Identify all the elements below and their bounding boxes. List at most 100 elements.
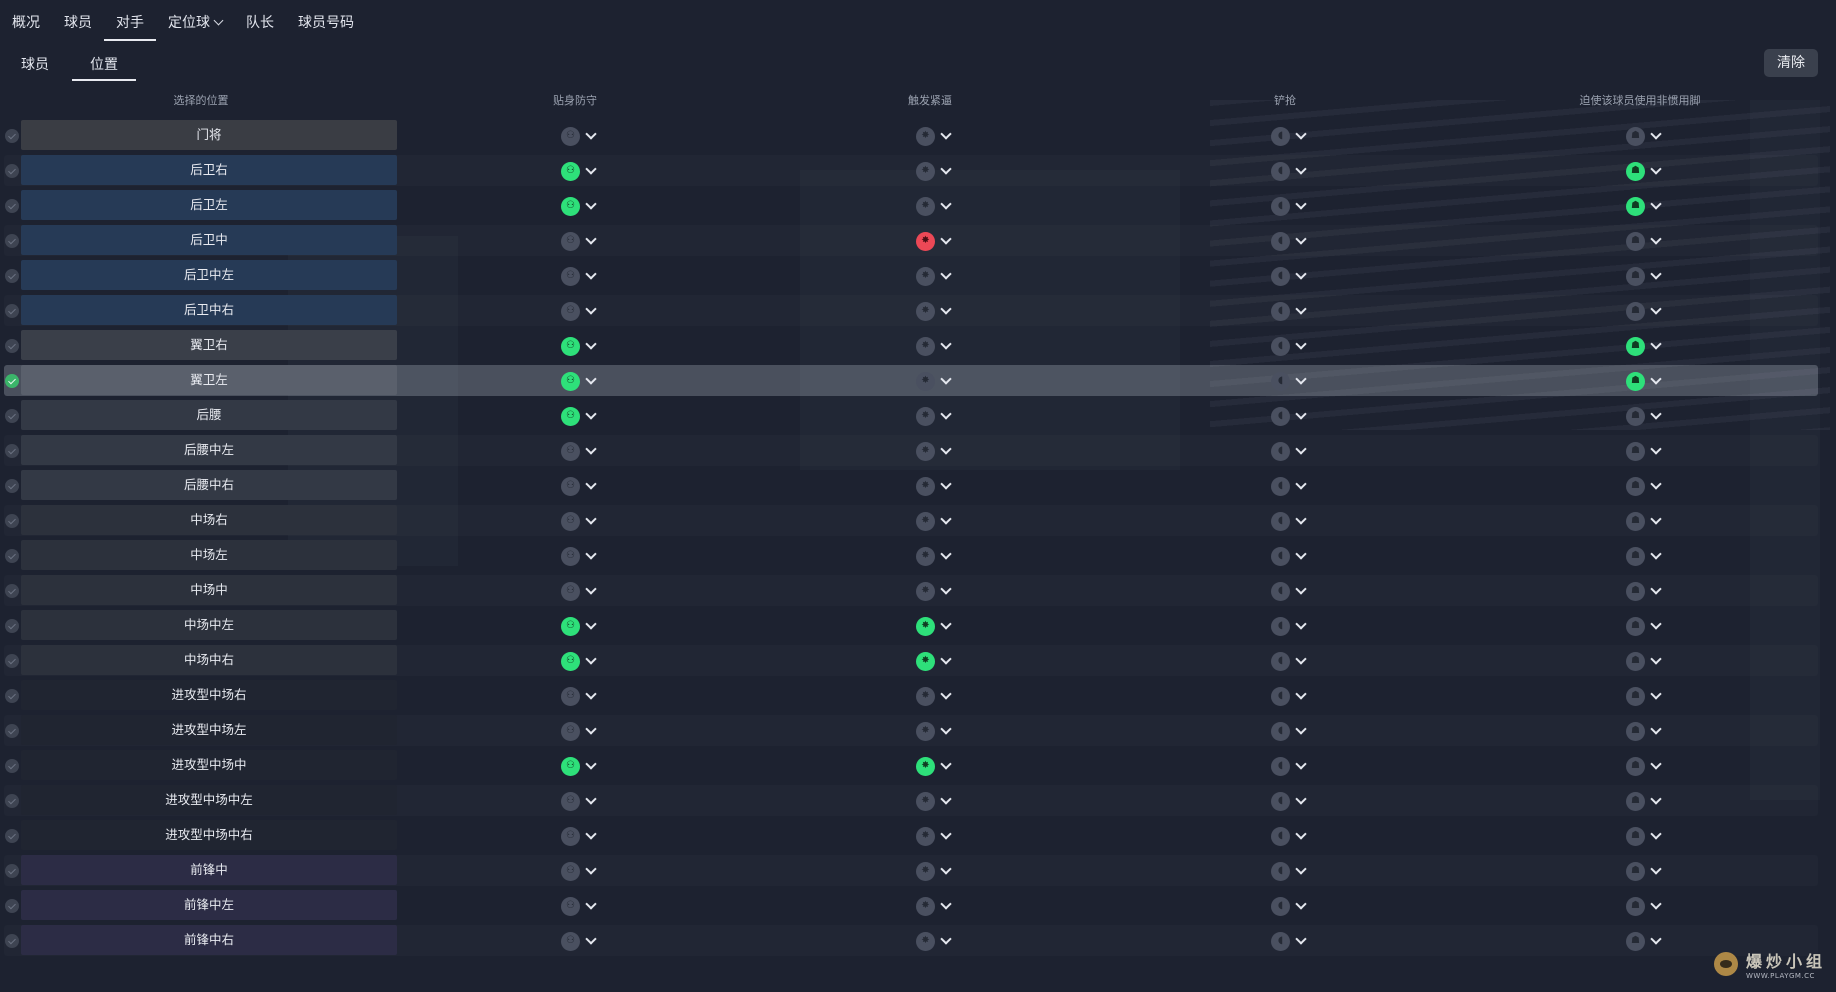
weakfoot-dropdown[interactable]: ☗ [1626, 475, 1662, 497]
press-dropdown[interactable]: ✸ [916, 405, 952, 427]
table-row[interactable]: 中场中 ⚇ ✸ ◖ ☗ [0, 573, 1836, 608]
press-dropdown[interactable]: ✸ [916, 790, 952, 812]
table-row[interactable]: 翼卫左 ⚇ ✸ ◖ ☗ [0, 363, 1836, 398]
row-select-checkbox[interactable] [5, 549, 19, 563]
position-label[interactable]: 门将 [21, 120, 397, 150]
position-label[interactable]: 中场左 [21, 540, 397, 570]
marking-dropdown[interactable]: ⚇ [561, 545, 597, 567]
position-label[interactable]: 进攻型中场右 [21, 680, 397, 710]
weakfoot-dropdown[interactable]: ☗ [1626, 510, 1662, 532]
table-row[interactable]: 前锋中左 ⚇ ✸ ◖ ☗ [0, 888, 1836, 923]
clear-button[interactable]: 清除 [1764, 49, 1818, 77]
position-label[interactable]: 前锋中右 [21, 925, 397, 955]
press-dropdown[interactable]: ✸ [916, 300, 952, 322]
tackle-dropdown[interactable]: ◖ [1271, 720, 1307, 742]
tackle-dropdown[interactable]: ◖ [1271, 580, 1307, 602]
position-label[interactable]: 后卫中左 [21, 260, 397, 290]
tackle-dropdown[interactable]: ◖ [1271, 860, 1307, 882]
press-dropdown[interactable]: ✸ [916, 720, 952, 742]
weakfoot-dropdown[interactable]: ☗ [1626, 405, 1662, 427]
table-row[interactable]: 进攻型中场中 ⚇ ✸ ◖ ☗ [0, 748, 1836, 783]
row-select-checkbox[interactable] [5, 899, 19, 913]
top-tab-1[interactable]: 球员 [52, 1, 104, 39]
table-row[interactable]: 进攻型中场右 ⚇ ✸ ◖ ☗ [0, 678, 1836, 713]
press-dropdown[interactable]: ✸ [916, 685, 952, 707]
position-label[interactable]: 中场中左 [21, 610, 397, 640]
weakfoot-dropdown[interactable]: ☗ [1626, 580, 1662, 602]
press-dropdown[interactable]: ✸ [916, 825, 952, 847]
press-dropdown[interactable]: ✸ [916, 475, 952, 497]
press-dropdown[interactable]: ✸ [916, 510, 952, 532]
row-select-checkbox[interactable] [5, 374, 19, 388]
row-select-checkbox[interactable] [5, 514, 19, 528]
weakfoot-dropdown[interactable]: ☗ [1626, 370, 1662, 392]
tackle-dropdown[interactable]: ◖ [1271, 790, 1307, 812]
table-row[interactable]: 后腰中右 ⚇ ✸ ◖ ☗ [0, 468, 1836, 503]
marking-dropdown[interactable]: ⚇ [561, 125, 597, 147]
position-label[interactable]: 前锋中 [21, 855, 397, 885]
position-label[interactable]: 翼卫左 [21, 365, 397, 395]
table-row[interactable]: 进攻型中场中右 ⚇ ✸ ◖ ☗ [0, 818, 1836, 853]
press-dropdown[interactable]: ✸ [916, 265, 952, 287]
tackle-dropdown[interactable]: ◖ [1271, 755, 1307, 777]
weakfoot-dropdown[interactable]: ☗ [1626, 790, 1662, 812]
weakfoot-dropdown[interactable]: ☗ [1626, 300, 1662, 322]
tackle-dropdown[interactable]: ◖ [1271, 195, 1307, 217]
top-tab-5[interactable]: 球员号码 [286, 1, 366, 39]
row-select-checkbox[interactable] [5, 829, 19, 843]
marking-dropdown[interactable]: ⚇ [561, 230, 597, 252]
table-row[interactable]: 门将 ⚇ ✸ ◖ ☗ [0, 118, 1836, 153]
press-dropdown[interactable]: ✸ [916, 160, 952, 182]
weakfoot-dropdown[interactable]: ☗ [1626, 230, 1662, 252]
marking-dropdown[interactable]: ⚇ [561, 720, 597, 742]
position-label[interactable]: 后腰中左 [21, 435, 397, 465]
press-dropdown[interactable]: ✸ [916, 755, 952, 777]
top-tab-4[interactable]: 队长 [234, 1, 286, 39]
marking-dropdown[interactable]: ⚇ [561, 650, 597, 672]
weakfoot-dropdown[interactable]: ☗ [1626, 160, 1662, 182]
press-dropdown[interactable]: ✸ [916, 615, 952, 637]
weakfoot-dropdown[interactable]: ☗ [1626, 195, 1662, 217]
position-label[interactable]: 后卫右 [21, 155, 397, 185]
row-select-checkbox[interactable] [5, 339, 19, 353]
position-label[interactable]: 中场右 [21, 505, 397, 535]
position-label[interactable]: 后卫中 [21, 225, 397, 255]
table-row[interactable]: 中场左 ⚇ ✸ ◖ ☗ [0, 538, 1836, 573]
weakfoot-dropdown[interactable]: ☗ [1626, 545, 1662, 567]
row-select-checkbox[interactable] [5, 759, 19, 773]
top-tab-0[interactable]: 概况 [0, 1, 52, 39]
weakfoot-dropdown[interactable]: ☗ [1626, 335, 1662, 357]
marking-dropdown[interactable]: ⚇ [561, 265, 597, 287]
position-label[interactable]: 后卫左 [21, 190, 397, 220]
tackle-dropdown[interactable]: ◖ [1271, 825, 1307, 847]
weakfoot-dropdown[interactable]: ☗ [1626, 615, 1662, 637]
weakfoot-dropdown[interactable]: ☗ [1626, 650, 1662, 672]
weakfoot-dropdown[interactable]: ☗ [1626, 895, 1662, 917]
tackle-dropdown[interactable]: ◖ [1271, 930, 1307, 952]
press-dropdown[interactable]: ✸ [916, 545, 952, 567]
sub-tab-0[interactable]: 球员 [0, 49, 70, 79]
row-select-checkbox[interactable] [5, 934, 19, 948]
table-row[interactable]: 后卫中 ⚇ ✸ ◖ ☗ [0, 223, 1836, 258]
position-label[interactable]: 进攻型中场中 [21, 750, 397, 780]
marking-dropdown[interactable]: ⚇ [561, 335, 597, 357]
row-select-checkbox[interactable] [5, 129, 19, 143]
position-label[interactable]: 中场中 [21, 575, 397, 605]
table-row[interactable]: 中场中左 ⚇ ✸ ◖ ☗ [0, 608, 1836, 643]
marking-dropdown[interactable]: ⚇ [561, 160, 597, 182]
table-row[interactable]: 后卫中左 ⚇ ✸ ◖ ☗ [0, 258, 1836, 293]
table-row[interactable]: 后卫中右 ⚇ ✸ ◖ ☗ [0, 293, 1836, 328]
press-dropdown[interactable]: ✸ [916, 895, 952, 917]
marking-dropdown[interactable]: ⚇ [561, 405, 597, 427]
table-row[interactable]: 中场中右 ⚇ ✸ ◖ ☗ [0, 643, 1836, 678]
row-select-checkbox[interactable] [5, 234, 19, 248]
marking-dropdown[interactable]: ⚇ [561, 755, 597, 777]
row-select-checkbox[interactable] [5, 654, 19, 668]
sub-tab-1[interactable]: 位置 [72, 49, 136, 81]
top-tab-2[interactable]: 对手 [104, 1, 156, 41]
press-dropdown[interactable]: ✸ [916, 650, 952, 672]
tackle-dropdown[interactable]: ◖ [1271, 545, 1307, 567]
press-dropdown[interactable]: ✸ [916, 580, 952, 602]
tackle-dropdown[interactable]: ◖ [1271, 230, 1307, 252]
weakfoot-dropdown[interactable]: ☗ [1626, 860, 1662, 882]
